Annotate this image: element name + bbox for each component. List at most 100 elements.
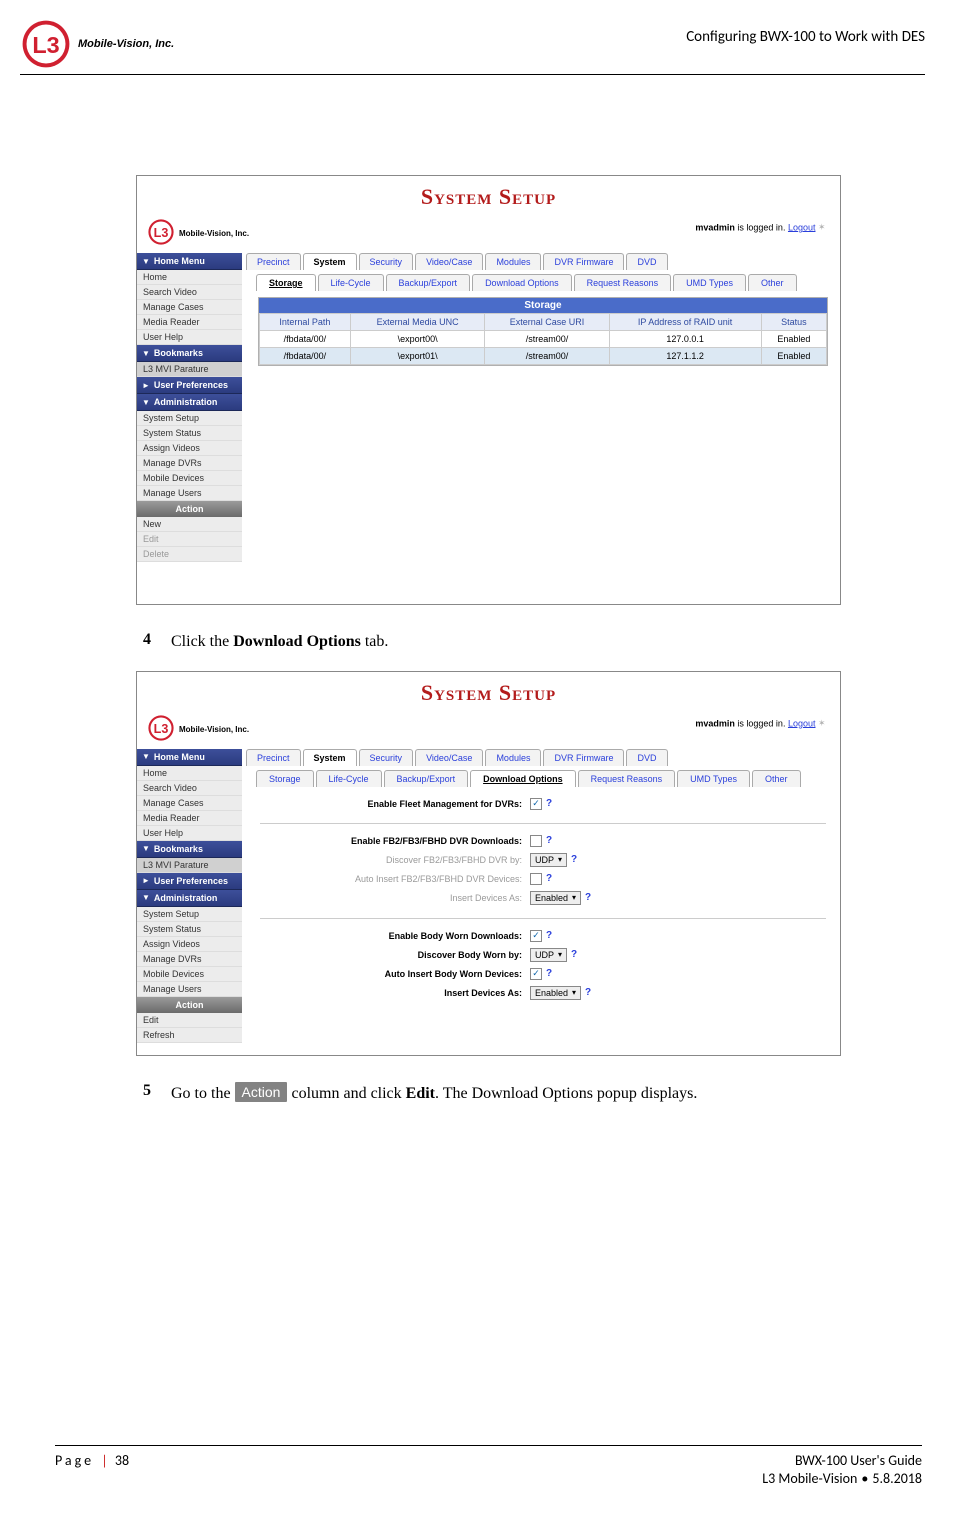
action-item[interactable]: Edit [137,1013,242,1028]
subtab-umd[interactable]: UMD Types [677,770,750,787]
select-bwdisc[interactable]: UDP [530,948,567,962]
subtab-other[interactable]: Other [752,770,801,787]
sidebar-item[interactable]: Manage Users [137,982,242,997]
table-cell[interactable]: 127.1.1.2 [609,348,761,365]
help-icon[interactable]: ? [546,798,552,809]
tab-dvr-firmware[interactable]: DVR Firmware [543,253,624,270]
table-cell[interactable]: Enabled [761,331,826,348]
sidebar-item[interactable]: Media Reader [137,811,242,826]
sidebar-item[interactable]: L3 MVI Parature [137,858,242,873]
tab-videocase[interactable]: Video/Case [415,749,483,766]
step-mid: column and click [287,1085,405,1102]
bookmarks-header[interactable]: Bookmarks [137,345,242,362]
tab-precinct[interactable]: Precinct [246,253,301,270]
checkbox-fb2auto[interactable] [530,873,542,885]
sidebar-item[interactable]: System Status [137,922,242,937]
tab-system[interactable]: System [303,749,357,766]
sidebar-item[interactable]: System Status [137,426,242,441]
sidebar-item[interactable]: Manage DVRs [137,952,242,967]
select-fb2disc[interactable]: UDP [530,853,567,867]
subtab-request[interactable]: Request Reasons [578,770,676,787]
sidebar-item[interactable]: Mobile Devices [137,967,242,982]
help-icon[interactable]: ? [546,873,552,884]
logout-link[interactable]: Logout [788,718,816,728]
action-item[interactable]: Edit [137,532,242,547]
footer-left: Page | 38 [55,1452,129,1488]
subtab-download[interactable]: Download Options [470,770,576,787]
tab-dvd[interactable]: DVD [626,253,667,270]
home-menu-header[interactable]: Home Menu [137,253,242,270]
table-cell[interactable]: /stream00/ [485,348,609,365]
subtab-other[interactable]: Other [748,274,797,291]
sidebar-item[interactable]: Manage DVRs [137,456,242,471]
sidebar-item[interactable]: Search Video [137,781,242,796]
sidebar-item[interactable]: Media Reader [137,315,242,330]
admin-header[interactable]: Administration [137,394,242,411]
table-cell[interactable]: /fbdata/00/ [260,331,351,348]
label-bwdl: Enable Body Worn Downloads: [260,931,530,941]
sidebar-item[interactable]: L3 MVI Parature [137,362,242,377]
bookmarks-header[interactable]: Bookmarks [137,841,242,858]
table-cell[interactable]: \export00\ [350,331,485,348]
sidebar-item[interactable]: Manage Cases [137,300,242,315]
help-icon[interactable]: ? [546,968,552,979]
sidebar-item[interactable]: System Setup [137,411,242,426]
tab-dvd[interactable]: DVD [626,749,667,766]
help-icon[interactable]: ? [585,892,591,903]
table-cell[interactable]: /stream00/ [485,331,609,348]
action-item[interactable]: Refresh [137,1028,242,1043]
select-bwins[interactable]: Enabled [530,986,581,1000]
tab-modules[interactable]: Modules [485,749,541,766]
tab-videocase[interactable]: Video/Case [415,253,483,270]
sidebar-item[interactable]: Manage Cases [137,796,242,811]
select-fb2ins[interactable]: Enabled [530,891,581,905]
sidebar-item[interactable]: Manage Users [137,486,242,501]
subtab-lifecycle[interactable]: Life-Cycle [316,770,382,787]
table-cell[interactable]: /fbdata/00/ [260,348,351,365]
table-cell[interactable]: Enabled [761,348,826,365]
table-cell[interactable]: \export01\ [350,348,485,365]
help-icon[interactable]: ? [571,854,577,865]
logout-link[interactable]: Logout [788,222,816,232]
tab-security[interactable]: Security [359,749,414,766]
checkbox-fleet[interactable] [530,798,542,810]
sidebar-item[interactable]: System Setup [137,907,242,922]
subtab-umd[interactable]: UMD Types [673,274,746,291]
step-bold: Download Options [233,633,361,650]
tab-system[interactable]: System [303,253,357,270]
sidebar-item[interactable]: Home [137,766,242,781]
subtab-storage[interactable]: Storage [256,274,316,291]
user-prefs-header[interactable]: User Preferences [137,377,242,394]
sidebar-item[interactable]: Home [137,270,242,285]
action-item[interactable]: Delete [137,547,242,562]
sidebar-item[interactable]: User Help [137,330,242,345]
action-item[interactable]: New [137,517,242,532]
home-menu-header[interactable]: Home Menu [137,749,242,766]
sidebar-item[interactable]: Search Video [137,285,242,300]
sidebar-item[interactable]: Mobile Devices [137,471,242,486]
checkbox-fb2dl[interactable] [530,835,542,847]
help-icon[interactable]: ? [571,949,577,960]
subtab-backup[interactable]: Backup/Export [384,770,469,787]
checkbox-bwdl[interactable] [530,930,542,942]
sidebar-item[interactable]: Assign Videos [137,937,242,952]
subtab-storage[interactable]: Storage [256,770,314,787]
action-header: Action [137,501,242,517]
checkbox-bwauto[interactable] [530,968,542,980]
subtab-download[interactable]: Download Options [472,274,572,291]
subtab-lifecycle[interactable]: Life-Cycle [318,274,384,291]
help-icon[interactable]: ? [546,930,552,941]
tab-security[interactable]: Security [359,253,414,270]
subtab-backup[interactable]: Backup/Export [386,274,471,291]
tab-precinct[interactable]: Precinct [246,749,301,766]
subtab-request[interactable]: Request Reasons [574,274,672,291]
tab-dvr-firmware[interactable]: DVR Firmware [543,749,624,766]
sidebar-item[interactable]: Assign Videos [137,441,242,456]
sidebar-item[interactable]: User Help [137,826,242,841]
admin-header[interactable]: Administration [137,890,242,907]
help-icon[interactable]: ? [585,987,591,998]
user-prefs-header[interactable]: User Preferences [137,873,242,890]
table-cell[interactable]: 127.0.0.1 [609,331,761,348]
help-icon[interactable]: ? [546,835,552,846]
tab-modules[interactable]: Modules [485,253,541,270]
